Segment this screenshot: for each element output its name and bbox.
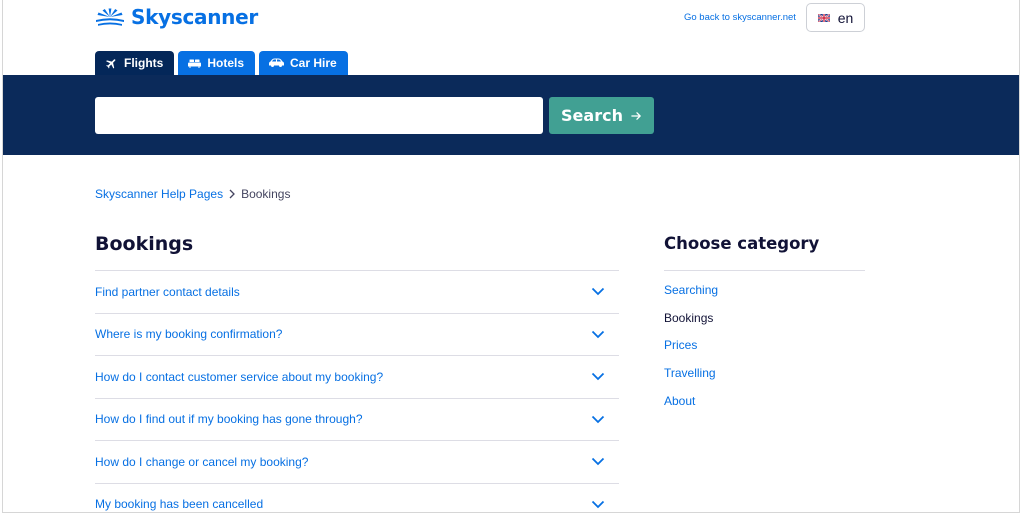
plane-icon	[106, 58, 116, 68]
page-frame: Skyscanner Go back to skyscanner.net en …	[2, 0, 1020, 513]
tab-label: Hotels	[207, 56, 245, 70]
chevron-down-icon[interactable]	[591, 457, 605, 466]
go-back-link[interactable]: Go back to skyscanner.net	[684, 12, 796, 23]
article-link[interactable]: How do I change or cancel my booking?	[95, 455, 308, 469]
article-link[interactable]: How do I contact customer service about …	[95, 370, 383, 384]
arrow-right-icon	[631, 111, 641, 120]
language-selector[interactable]: en	[806, 3, 865, 32]
breadcrumb-current: Bookings	[241, 187, 291, 201]
tab-flights[interactable]: Flights	[95, 51, 175, 75]
car-icon	[269, 58, 285, 67]
chevron-down-icon[interactable]	[591, 372, 605, 381]
search-button-label: Search	[561, 106, 623, 125]
sunburst-logo-icon	[96, 8, 124, 26]
category-current-bookings: Bookings	[664, 310, 714, 325]
page-title: Bookings	[95, 233, 194, 255]
sidebar-title: Choose category	[664, 234, 820, 253]
language-label: en	[837, 9, 854, 26]
chevron-down-icon[interactable]	[591, 330, 605, 339]
article-link[interactable]: My booking has been cancelled	[95, 497, 263, 511]
article-item[interactable]: How do I change or cancel my booking?	[95, 440, 619, 483]
category-link-about[interactable]: About	[664, 394, 718, 422]
chevron-right-icon	[229, 189, 235, 199]
tab-label: Car Hire	[290, 56, 337, 70]
category-link-searching[interactable]: Searching	[664, 283, 718, 311]
article-item[interactable]: My booking has been cancelled	[95, 482, 619, 513]
site-header: Skyscanner Go back to skyscanner.net en …	[3, 0, 1019, 75]
article-list: Find partner contact details Where is my…	[95, 270, 619, 513]
search-band: Search	[3, 75, 1019, 155]
chevron-down-icon[interactable]	[591, 287, 605, 296]
tab-label: Flights	[124, 56, 164, 70]
bed-icon	[188, 59, 202, 68]
search-button[interactable]: Search	[549, 97, 654, 134]
skyscanner-logo[interactable]: Skyscanner	[95, 5, 258, 29]
logo-text: Skyscanner	[131, 5, 258, 29]
chevron-down-icon[interactable]	[591, 415, 605, 424]
uk-flag-icon	[817, 13, 830, 22]
article-item[interactable]: Find partner contact details	[95, 270, 619, 313]
tab-car-hire[interactable]: Car Hire	[259, 51, 348, 75]
article-link[interactable]: How do I find out if my booking has gone…	[95, 412, 363, 426]
breadcrumb-root-link[interactable]: Skyscanner Help Pages	[95, 187, 223, 201]
category-link-prices[interactable]: Prices	[664, 338, 718, 366]
chevron-down-icon[interactable]	[591, 500, 605, 509]
category-list: Searching Bookings Prices Travelling Abo…	[664, 283, 718, 421]
article-item[interactable]: How do I contact customer service about …	[95, 355, 619, 398]
breadcrumb: Skyscanner Help Pages Bookings	[95, 187, 290, 201]
search-input[interactable]	[95, 97, 543, 134]
article-item[interactable]: How do I find out if my booking has gone…	[95, 397, 619, 441]
article-item[interactable]: Where is my booking confirmation?	[95, 312, 619, 356]
category-link-travelling[interactable]: Travelling	[664, 366, 718, 394]
tab-hotels[interactable]: Hotels	[178, 51, 256, 75]
article-link[interactable]: Find partner contact details	[95, 285, 240, 299]
sidebar-divider	[664, 270, 865, 271]
article-link[interactable]: Where is my booking confirmation?	[95, 327, 282, 341]
product-tabs: Flights Hotels Car Hire	[95, 51, 348, 75]
